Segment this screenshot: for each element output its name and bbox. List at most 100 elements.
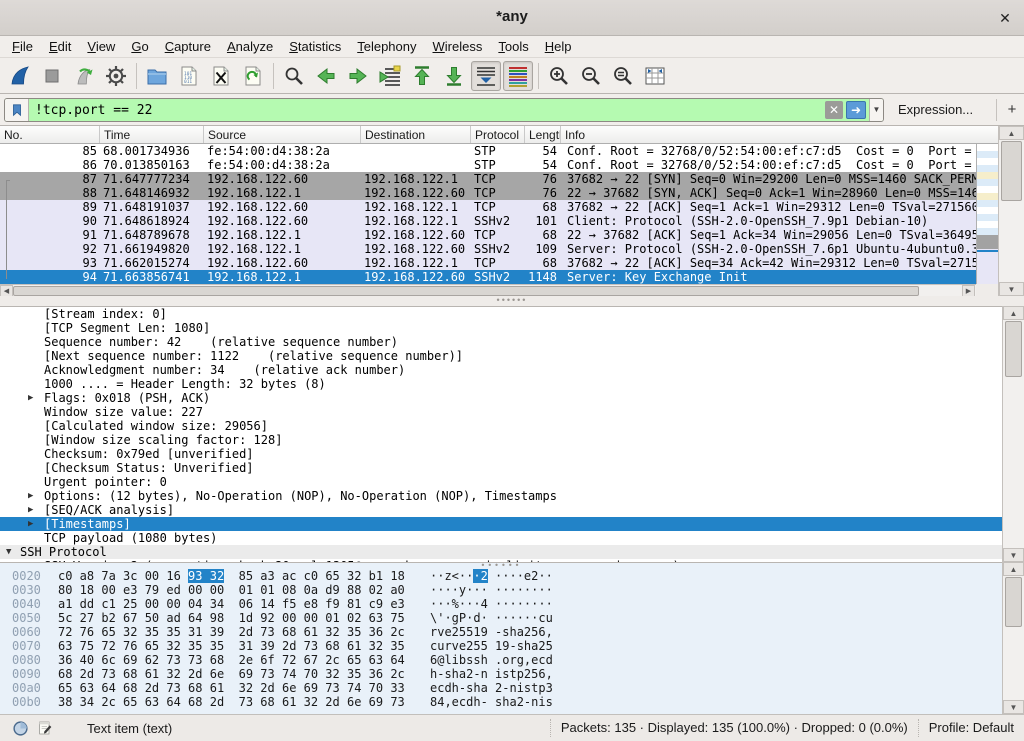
go-last-button[interactable] xyxy=(439,61,469,91)
expert-info-icon[interactable] xyxy=(12,720,29,737)
menu-help[interactable]: Help xyxy=(537,36,580,57)
menu-telephony[interactable]: Telephony xyxy=(349,36,424,57)
resize-columns-button[interactable] xyxy=(640,61,670,91)
close-file-button[interactable] xyxy=(206,61,236,91)
scroll-up-arrow-icon[interactable]: ▲ xyxy=(1003,562,1024,576)
scroll-up-arrow-icon[interactable]: ▲ xyxy=(1003,306,1024,320)
detail-row[interactable]: 1000 .... = Header Length: 32 bytes (8) xyxy=(0,377,1002,391)
column-header-no[interactable]: No. xyxy=(0,126,100,143)
packet-row-90[interactable]: 9071.648618924192.168.122.60192.168.122.… xyxy=(0,214,976,228)
scroll-down-arrow-icon[interactable]: ▼ xyxy=(999,282,1024,296)
detail-row[interactable]: ▶Flags: 0x018 (PSH, ACK) xyxy=(0,391,1002,405)
open-file-button[interactable] xyxy=(142,61,172,91)
zoom-reset-button[interactable] xyxy=(608,61,638,91)
detail-row[interactable]: ▶[SEQ/ACK analysis] xyxy=(0,503,1002,517)
expression-button[interactable]: Expression... xyxy=(898,98,973,122)
zoom-in-button[interactable] xyxy=(544,61,574,91)
expander-closed-icon[interactable]: ▶ xyxy=(28,391,33,405)
find-packet-button[interactable] xyxy=(279,61,309,91)
start-capture-button[interactable] xyxy=(5,61,35,91)
filter-text[interactable]: !tcp.port == 22 xyxy=(29,103,825,118)
scroll-thumb[interactable] xyxy=(1005,321,1022,377)
scroll-down-arrow-icon[interactable]: ▼ xyxy=(1003,700,1024,714)
hex-row[interactable]: 0040a1 dd c1 25 00 00 04 34 06 14 f5 e8 … xyxy=(0,597,1002,611)
menu-capture[interactable]: Capture xyxy=(157,36,219,57)
menu-edit[interactable]: Edit xyxy=(41,36,79,57)
hex-row[interactable]: 00505c 27 b2 67 50 ad 64 98 1d 92 00 00 … xyxy=(0,611,1002,625)
packet-row-87[interactable]: 8771.647777234192.168.122.60192.168.122.… xyxy=(0,172,976,186)
column-header-time[interactable]: Time xyxy=(100,126,204,143)
packet-list-vscrollbar[interactable]: ▲ ▼ xyxy=(998,126,1024,296)
column-header-length[interactable]: Length xyxy=(525,126,561,143)
hex-row[interactable]: 007063 75 72 76 65 32 35 35 31 39 2d 73 … xyxy=(0,639,1002,653)
filter-dropdown-caret-icon[interactable]: ▼ xyxy=(869,99,883,121)
scroll-thumb[interactable] xyxy=(1005,577,1022,627)
detail-row[interactable]: [Stream index: 0] xyxy=(0,307,1002,321)
hex-row[interactable]: 00a065 63 64 68 2d 73 68 61 32 2d 6e 69 … xyxy=(0,681,1002,695)
hex-row[interactable]: 00b038 34 2c 65 63 64 68 2d 73 68 61 32 … xyxy=(0,695,1002,709)
restart-capture-button[interactable] xyxy=(69,61,99,91)
hex-row[interactable]: 008036 40 6c 69 62 73 73 68 2e 6f 72 67 … xyxy=(0,653,1002,667)
go-first-button[interactable] xyxy=(407,61,437,91)
detail-row[interactable]: TCP payload (1080 bytes) xyxy=(0,531,1002,545)
details-vscrollbar[interactable]: ▲ ▼ xyxy=(1002,306,1024,562)
close-window-button[interactable]: ✕ xyxy=(996,9,1014,27)
hex-row[interactable]: 0020c0 a8 7a 3c 00 16 93 32 85 a3 ac c0 … xyxy=(0,569,1002,583)
packet-row-94[interactable]: 9471.663856741192.168.122.1192.168.122.6… xyxy=(0,270,976,284)
save-file-button[interactable]: 101110011 xyxy=(174,61,204,91)
detail-row[interactable]: Acknowledgment number: 34 (relative ack … xyxy=(0,363,1002,377)
expander-closed-icon[interactable]: ▶ xyxy=(28,517,33,531)
scroll-down-arrow-icon[interactable]: ▼ xyxy=(1003,548,1024,562)
stop-capture-button[interactable] xyxy=(37,61,67,91)
filter-apply-button[interactable]: ➜ xyxy=(846,101,866,119)
hex-row[interactable]: 006072 76 65 32 35 35 31 39 2d 73 68 61 … xyxy=(0,625,1002,639)
filter-clear-button[interactable]: ✕ xyxy=(825,101,843,119)
packet-row-88[interactable]: 8871.648146932192.168.122.1192.168.122.6… xyxy=(0,186,976,200)
detail-row[interactable]: Window size value: 227 xyxy=(0,405,1002,419)
detail-row[interactable]: [Window size scaling factor: 128] xyxy=(0,433,1002,447)
status-profile[interactable]: Profile: Default xyxy=(918,719,1024,737)
auto-scroll-button[interactable] xyxy=(471,61,501,91)
expander-closed-icon[interactable]: ▶ xyxy=(28,489,33,503)
go-back-button[interactable] xyxy=(311,61,341,91)
menu-wireless[interactable]: Wireless xyxy=(425,36,491,57)
filter-bookmark-icon[interactable] xyxy=(5,99,29,121)
zoom-out-button[interactable] xyxy=(576,61,606,91)
detail-row[interactable]: [Checksum Status: Unverified] xyxy=(0,461,1002,475)
hex-row[interactable]: 009068 2d 73 68 61 32 2d 6e 69 73 74 70 … xyxy=(0,667,1002,681)
detail-row[interactable]: [TCP Segment Len: 1080] xyxy=(0,321,1002,335)
detail-row[interactable]: [Next sequence number: 1122 (relative se… xyxy=(0,349,1002,363)
capture-comment-icon[interactable] xyxy=(37,720,53,736)
reload-file-button[interactable] xyxy=(238,61,268,91)
menu-file[interactable]: File xyxy=(4,36,41,57)
packet-row-86[interactable]: 8670.013850163fe:54:00:d4:38:2aSTP54Conf… xyxy=(0,158,976,172)
menu-analyze[interactable]: Analyze xyxy=(219,36,281,57)
hex-row[interactable]: 003080 18 00 e3 79 ed 00 00 01 01 08 0a … xyxy=(0,583,1002,597)
column-header-source[interactable]: Source xyxy=(204,126,361,143)
detail-row[interactable]: ▶[Timestamps] xyxy=(0,517,1002,531)
colorize-button[interactable] xyxy=(503,61,533,91)
detail-row[interactable]: ▼SSH Protocol xyxy=(0,545,1002,559)
hscroll-thumb[interactable] xyxy=(13,286,919,296)
detail-row[interactable]: Sequence number: 42 (relative sequence n… xyxy=(0,335,1002,349)
detail-row[interactable]: Checksum: 0x79ed [unverified] xyxy=(0,447,1002,461)
pane-splitter[interactable]: •••••• xyxy=(0,296,1024,306)
menu-view[interactable]: View xyxy=(79,36,123,57)
column-header-destination[interactable]: Destination xyxy=(361,126,471,143)
menu-tools[interactable]: Tools xyxy=(490,36,536,57)
packet-row-89[interactable]: 8971.648191037192.168.122.60192.168.122.… xyxy=(0,200,976,214)
column-header-protocol[interactable]: Protocol xyxy=(471,126,525,143)
expander-open-icon[interactable]: ▼ xyxy=(6,545,11,559)
scroll-thumb[interactable] xyxy=(1001,141,1022,201)
detail-row[interactable]: [Calculated window size: 29056] xyxy=(0,419,1002,433)
detail-row[interactable]: Urgent pointer: 0 xyxy=(0,475,1002,489)
add-filter-button[interactable]: + xyxy=(1004,98,1020,122)
hex-vscrollbar[interactable]: ▲ ▼ xyxy=(1002,562,1024,714)
capture-options-button[interactable] xyxy=(101,61,131,91)
packet-row-85[interactable]: 8568.001734936fe:54:00:d4:38:2aSTP54Conf… xyxy=(0,144,976,158)
go-forward-button[interactable] xyxy=(343,61,373,91)
expander-closed-icon[interactable]: ▶ xyxy=(28,503,33,517)
column-header-info[interactable]: Info xyxy=(561,126,998,143)
packet-row-93[interactable]: 9371.662015274192.168.122.60192.168.122.… xyxy=(0,256,976,270)
packet-row-91[interactable]: 9171.648789678192.168.122.1192.168.122.6… xyxy=(0,228,976,242)
